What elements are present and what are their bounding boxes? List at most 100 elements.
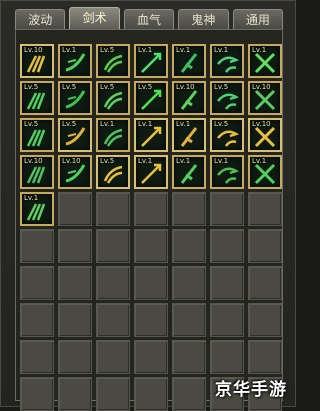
skill-level-label: Lv.1 bbox=[176, 157, 191, 165]
empty-skill-slot[interactable] bbox=[172, 303, 206, 337]
empty-skill-slot[interactable] bbox=[20, 377, 54, 411]
skill-level-label: Lv.5 bbox=[100, 83, 115, 91]
empty-skill-slot[interactable] bbox=[96, 377, 130, 411]
skill-level-label: Lv.10 bbox=[252, 83, 271, 91]
skill-level-label: Lv.5 bbox=[24, 83, 39, 91]
tab-3[interactable]: 鬼神 bbox=[178, 9, 229, 29]
empty-skill-slot[interactable] bbox=[20, 266, 54, 300]
skill-slot[interactable]: Lv.1 bbox=[248, 155, 282, 189]
skill-slot[interactable]: Lv.1 bbox=[210, 155, 244, 189]
skill-level-label: Lv.5 bbox=[138, 83, 153, 91]
skill-level-label: Lv.5 bbox=[214, 120, 229, 128]
skill-level-label: Lv.10 bbox=[176, 83, 195, 91]
empty-skill-slot[interactable] bbox=[210, 192, 244, 226]
empty-skill-slot[interactable] bbox=[134, 303, 168, 337]
skill-level-label: Lv.5 bbox=[62, 83, 77, 91]
skill-slot[interactable]: Lv.5 bbox=[210, 81, 244, 115]
skill-level-label: Lv.5 bbox=[100, 157, 115, 165]
empty-skill-slot[interactable] bbox=[96, 266, 130, 300]
skill-slot[interactable]: Lv.1 bbox=[134, 44, 168, 78]
skill-level-label: Lv.1 bbox=[214, 157, 229, 165]
empty-skill-slot[interactable] bbox=[134, 229, 168, 263]
empty-skill-slot[interactable] bbox=[210, 340, 244, 374]
skill-slot[interactable]: Lv.10 bbox=[248, 118, 282, 152]
empty-skill-slot[interactable] bbox=[96, 229, 130, 263]
skill-slot[interactable]: Lv.5 bbox=[96, 81, 130, 115]
skill-grid-frame: Lv.10 Lv.1 Lv.5 Lv.1 Lv.1 Lv.1 Lv.1 Lv.5 Lv.5 Lv.… bbox=[15, 29, 283, 411]
skill-level-label: Lv.5 bbox=[24, 120, 39, 128]
empty-skill-slot[interactable] bbox=[96, 303, 130, 337]
skill-slot[interactable]: Lv.1 bbox=[172, 118, 206, 152]
empty-skill-slot[interactable] bbox=[172, 377, 206, 411]
skill-level-label: Lv.1 bbox=[138, 120, 153, 128]
skill-level-label: Lv.1 bbox=[138, 157, 153, 165]
skill-level-label: Lv.5 bbox=[62, 120, 77, 128]
skill-slot[interactable]: Lv.5 bbox=[20, 81, 54, 115]
empty-skill-slot[interactable] bbox=[58, 266, 92, 300]
skill-slot[interactable]: Lv.5 bbox=[58, 118, 92, 152]
empty-skill-slot[interactable] bbox=[134, 266, 168, 300]
empty-skill-slot[interactable] bbox=[58, 229, 92, 263]
empty-skill-slot[interactable] bbox=[172, 340, 206, 374]
empty-skill-slot[interactable] bbox=[210, 303, 244, 337]
skill-slot[interactable]: Lv.1 bbox=[248, 44, 282, 78]
tab-1[interactable]: 剑术 bbox=[69, 7, 120, 29]
skill-slot[interactable]: Lv.5 bbox=[210, 118, 244, 152]
empty-skill-slot[interactable] bbox=[248, 192, 282, 226]
empty-skill-slot[interactable] bbox=[248, 229, 282, 263]
skill-slot[interactable]: Lv.10 bbox=[172, 81, 206, 115]
empty-skill-slot[interactable] bbox=[134, 340, 168, 374]
empty-skill-slot[interactable] bbox=[172, 266, 206, 300]
watermark-logo: 京华手游 bbox=[215, 380, 287, 400]
skill-slot[interactable]: Lv.10 bbox=[20, 155, 54, 189]
empty-skill-slot[interactable] bbox=[172, 192, 206, 226]
empty-skill-slot[interactable] bbox=[210, 229, 244, 263]
skill-slot[interactable]: Lv.1 bbox=[58, 44, 92, 78]
empty-skill-slot[interactable] bbox=[20, 340, 54, 374]
skill-slot[interactable]: Lv.5 bbox=[96, 44, 130, 78]
tab-4[interactable]: 通用 bbox=[232, 9, 284, 29]
empty-skill-slot[interactable] bbox=[96, 192, 130, 226]
empty-skill-slot[interactable] bbox=[210, 266, 244, 300]
empty-skill-slot[interactable] bbox=[20, 229, 54, 263]
empty-skill-slot[interactable] bbox=[134, 192, 168, 226]
skill-slot[interactable]: Lv.5 bbox=[96, 155, 130, 189]
empty-skill-slot[interactable] bbox=[58, 303, 92, 337]
skill-slot[interactable]: Lv.1 bbox=[172, 44, 206, 78]
skill-slot[interactable]: Lv.10 bbox=[248, 81, 282, 115]
tab-2[interactable]: 血气 bbox=[123, 9, 175, 29]
skill-grid: Lv.10 Lv.1 Lv.5 Lv.1 Lv.1 Lv.1 Lv.1 Lv.5 Lv.5 Lv.… bbox=[20, 44, 282, 411]
skill-level-label: Lv.10 bbox=[24, 46, 43, 54]
skill-level-label: Lv.1 bbox=[214, 46, 229, 54]
empty-skill-slot[interactable] bbox=[248, 266, 282, 300]
skill-window: 波动 剑术 血气 鬼神 通用 Lv.10 Lv.1 Lv.5 Lv.1 Lv.1 Lv.1 Lv.1… bbox=[0, 0, 296, 411]
skill-slot[interactable]: Lv.10 bbox=[20, 44, 54, 78]
skill-level-label: Lv.10 bbox=[252, 120, 271, 128]
skill-slot[interactable]: Lv.1 bbox=[134, 155, 168, 189]
empty-skill-slot[interactable] bbox=[248, 303, 282, 337]
skill-level-label: Lv.1 bbox=[176, 120, 191, 128]
skill-level-label: Lv.10 bbox=[24, 157, 43, 165]
empty-skill-slot[interactable] bbox=[58, 340, 92, 374]
skill-slot[interactable]: Lv.10 bbox=[58, 155, 92, 189]
skill-level-label: Lv.1 bbox=[176, 46, 191, 54]
empty-skill-slot[interactable] bbox=[58, 192, 92, 226]
empty-skill-slot[interactable] bbox=[134, 377, 168, 411]
empty-skill-slot[interactable] bbox=[58, 377, 92, 411]
skill-slot[interactable]: Lv.5 bbox=[134, 81, 168, 115]
skill-slot[interactable]: Lv.1 bbox=[20, 192, 54, 226]
skill-level-label: Lv.1 bbox=[62, 46, 77, 54]
empty-skill-slot[interactable] bbox=[96, 340, 130, 374]
empty-skill-slot[interactable] bbox=[172, 229, 206, 263]
skill-slot[interactable]: Lv.1 bbox=[96, 118, 130, 152]
skill-slot[interactable]: Lv.1 bbox=[172, 155, 206, 189]
tab-0[interactable]: 波动 bbox=[15, 9, 66, 29]
empty-skill-slot[interactable] bbox=[248, 340, 282, 374]
skill-slot[interactable]: Lv.5 bbox=[58, 81, 92, 115]
skill-level-label: Lv.10 bbox=[62, 157, 81, 165]
skill-slot[interactable]: Lv.5 bbox=[20, 118, 54, 152]
empty-skill-slot[interactable] bbox=[20, 303, 54, 337]
skill-slot[interactable]: Lv.1 bbox=[134, 118, 168, 152]
skill-slot[interactable]: Lv.1 bbox=[210, 44, 244, 78]
skill-level-label: Lv.5 bbox=[214, 83, 229, 91]
